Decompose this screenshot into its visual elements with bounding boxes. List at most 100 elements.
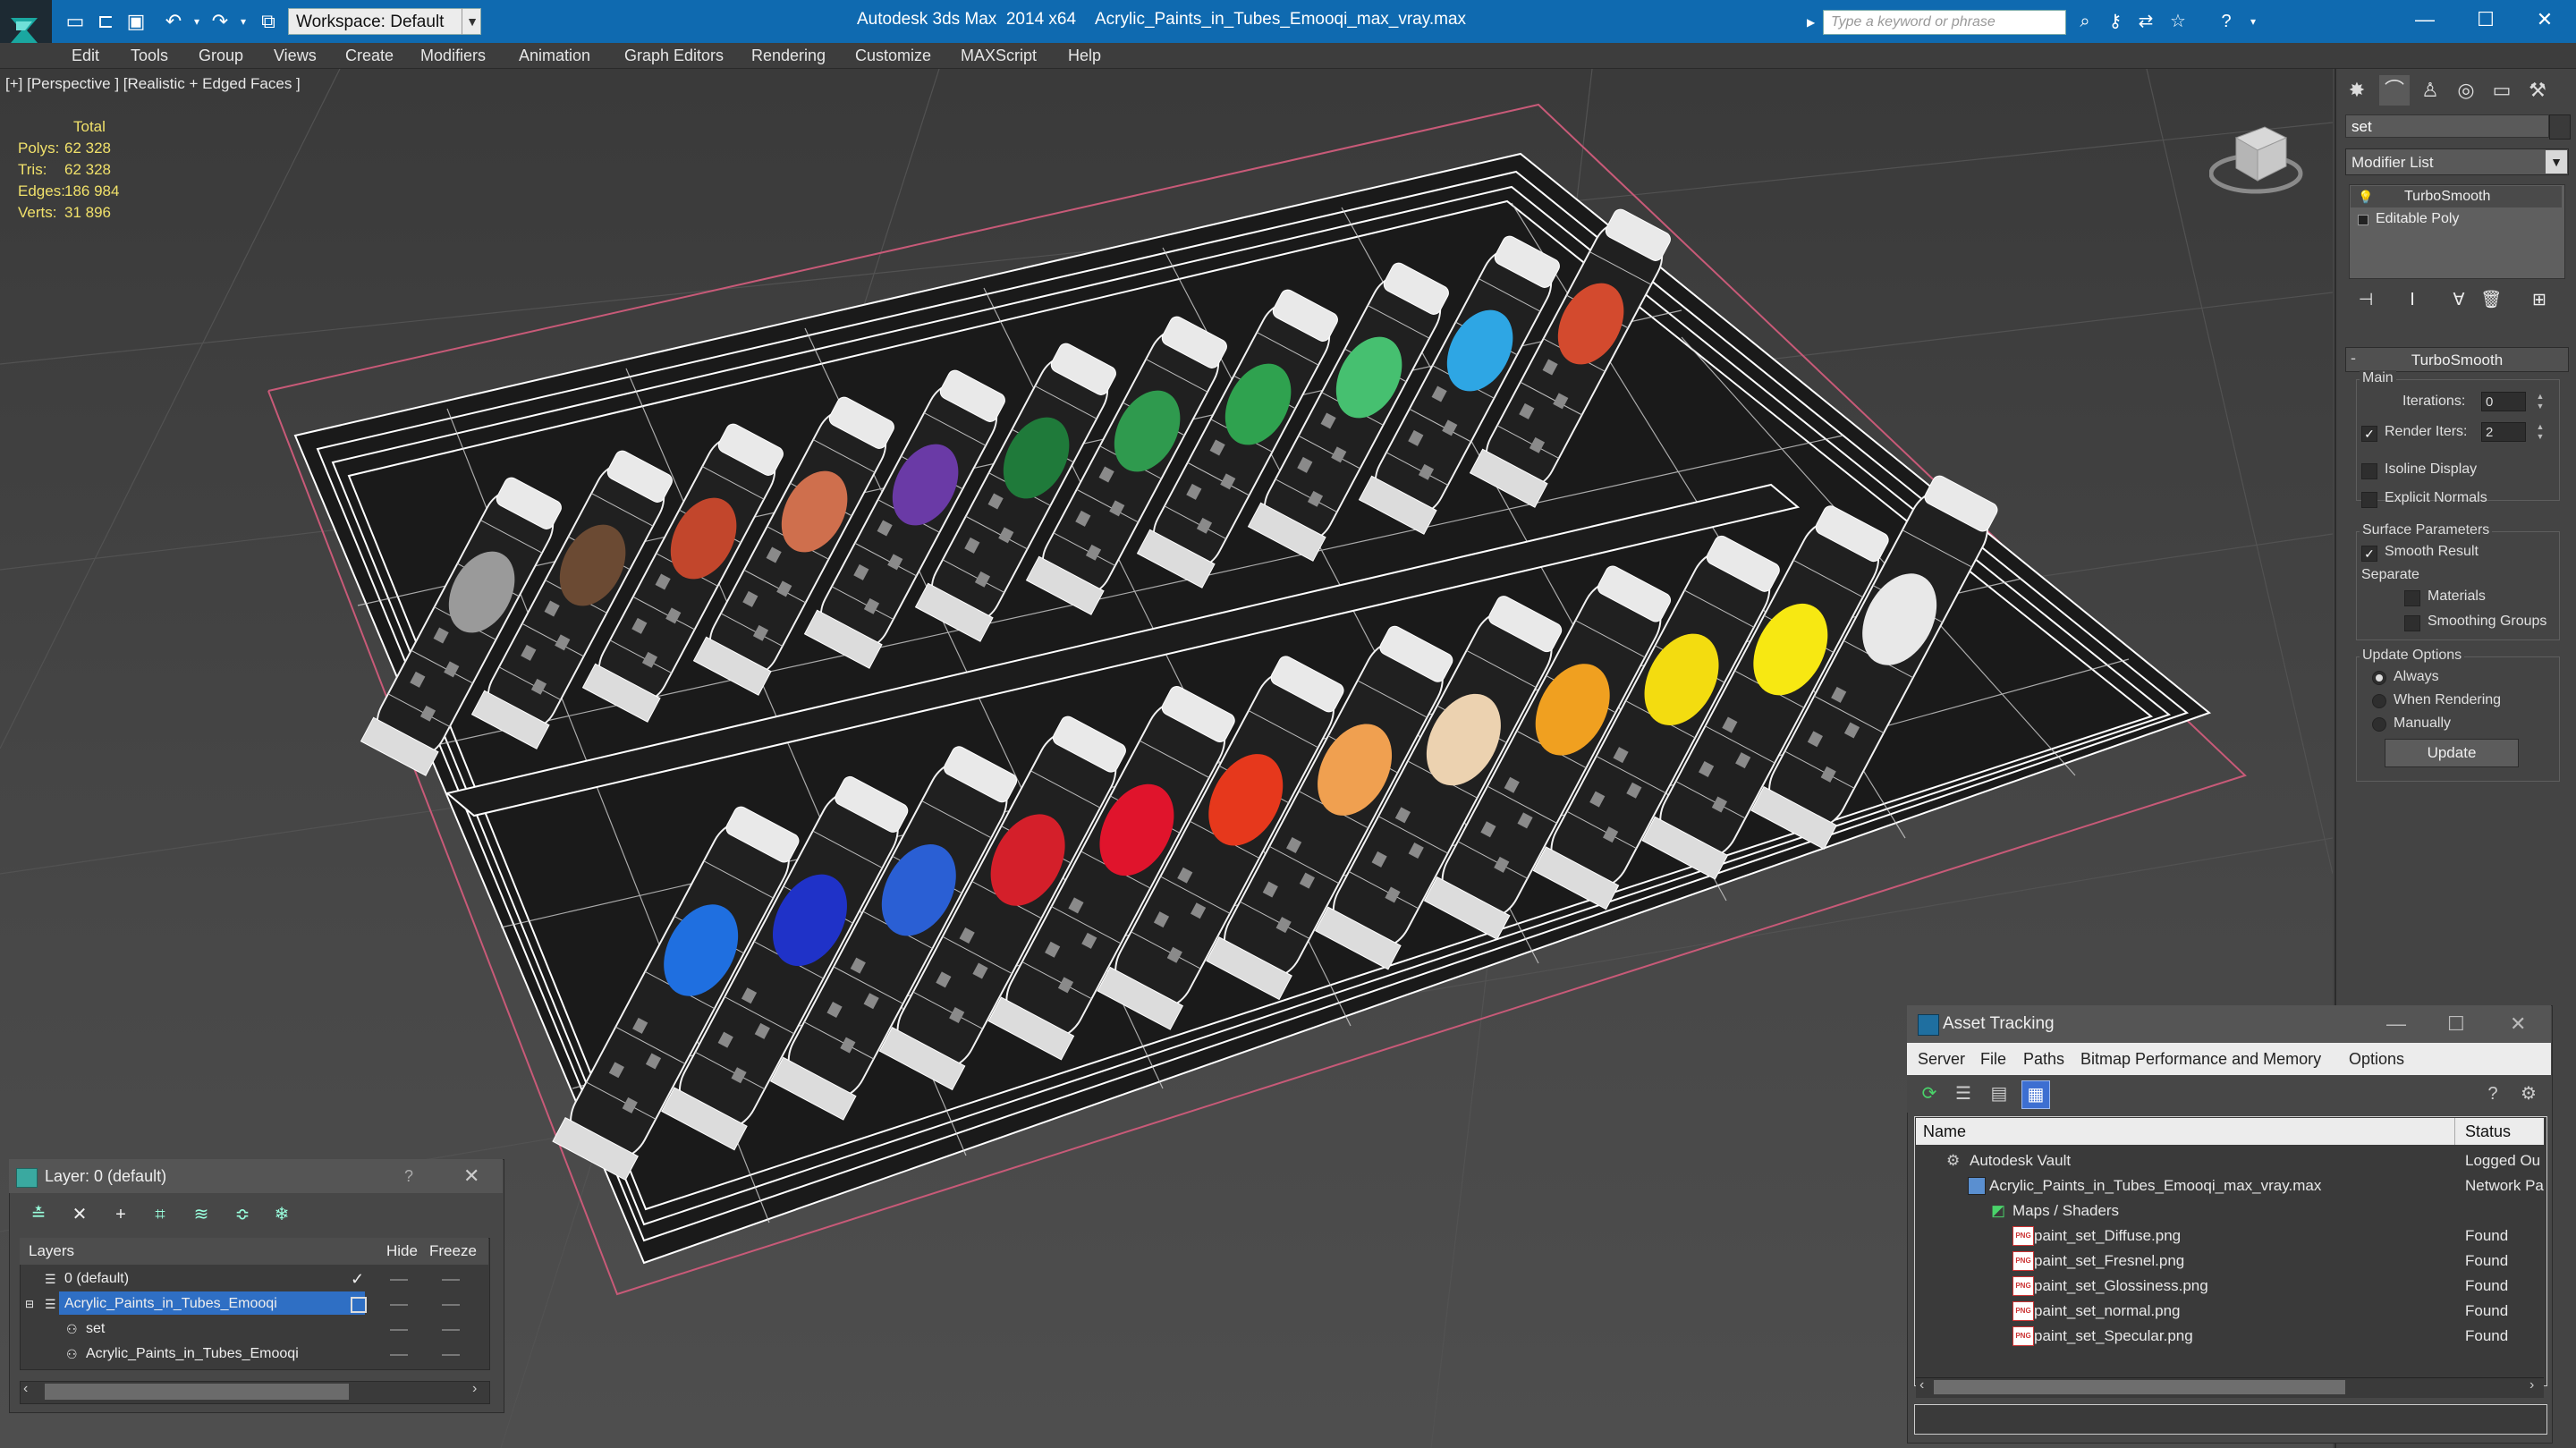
freeze-toggle[interactable] (442, 1354, 460, 1356)
when-rendering-radio[interactable] (2372, 694, 2386, 708)
key-icon[interactable]: ⚷ (2102, 9, 2129, 34)
refresh-icon[interactable]: ⟳ (1916, 1080, 1943, 1107)
asset-row[interactable]: PNG paint_set_Fresnel.png Found (1916, 1249, 2544, 1274)
freeze-all-layers-icon[interactable]: ❄ (267, 1201, 297, 1228)
list-view-icon[interactable]: ☰ (1950, 1080, 1977, 1107)
freeze-toggle[interactable] (442, 1304, 460, 1306)
workspace-dropdown-arrow-icon[interactable]: ▼ (462, 8, 482, 35)
grid-view-icon[interactable]: ▦ (2021, 1080, 2050, 1109)
configure-sets-icon[interactable]: ⊞ (2526, 288, 2553, 313)
update-button[interactable]: Update (2385, 739, 2519, 767)
status-column-header[interactable]: Status (2465, 1118, 2511, 1145)
render-iters-checkbox[interactable]: ✓ (2361, 426, 2377, 442)
search-input[interactable]: Type a keyword or phrase (1823, 10, 2066, 35)
menu-edit[interactable]: Edit (72, 43, 99, 68)
menu-views[interactable]: Views (274, 43, 317, 68)
highlight-layer-icon[interactable]: ≋ (186, 1201, 216, 1228)
asset-help-icon[interactable]: ? (2479, 1080, 2506, 1107)
undo-dropdown-icon[interactable]: ▾ (184, 9, 209, 34)
undo-icon[interactable]: ↶ (161, 9, 186, 34)
scroll-right-icon[interactable]: › (472, 1381, 477, 1397)
turbosmooth-rollout-header[interactable]: TurboSmooth (2345, 347, 2569, 372)
close-window-button[interactable]: ✕ (2513, 0, 2576, 39)
modifier-list-dropdown[interactable]: Modifier List (2345, 148, 2569, 175)
collapse-icon[interactable]: ⊟ (25, 1291, 34, 1317)
maximize-button[interactable]: ☐ (2454, 0, 2517, 39)
remove-modifier-icon[interactable]: 🗑 (2478, 288, 2504, 313)
asset-menu-bitmap-performance[interactable]: Bitmap Performance and Memory (2080, 1043, 2321, 1075)
favorites-star-icon[interactable]: ☆ (2165, 9, 2191, 34)
project-folder-icon[interactable]: ⧉ (256, 9, 281, 34)
asset-close-button[interactable]: ✕ (2510, 1005, 2526, 1043)
stack-item-turbosmooth[interactable]: 💡 TurboSmooth (2351, 186, 2562, 207)
freeze-toggle[interactable] (442, 1329, 460, 1331)
layer-close-icon[interactable]: ✕ (463, 1159, 479, 1193)
add-to-layer-icon[interactable]: + (106, 1201, 136, 1228)
display-tab-icon[interactable]: ▭ (2487, 75, 2517, 106)
asset-row[interactable]: PNG paint_set_Glossiness.png Found (1916, 1274, 2544, 1299)
help-dropdown-icon[interactable]: ▾ (2240, 9, 2267, 34)
menu-create[interactable]: Create (345, 43, 394, 68)
viewport-label[interactable]: [+] [Perspective ] [Realistic + Edged Fa… (5, 75, 301, 93)
delete-layer-icon[interactable]: ✕ (64, 1201, 95, 1228)
asset-scroll-left-icon[interactable]: ‹ (1919, 1377, 1924, 1393)
separate-smoothing-groups-checkbox[interactable] (2404, 615, 2420, 631)
viewcube-icon[interactable] (2209, 111, 2308, 200)
asset-row[interactable]: PNG paint_set_normal.png Found (1916, 1299, 2544, 1324)
expand-box-icon[interactable] (2358, 215, 2368, 225)
minimize-button[interactable]: — (2394, 0, 2456, 39)
menu-graph-editors[interactable]: Graph Editors (624, 43, 724, 68)
rollout-collapse-icon[interactable]: - (2351, 349, 2356, 368)
hide-toggle[interactable] (390, 1329, 408, 1331)
redo-dropdown-icon[interactable]: ▾ (231, 9, 256, 34)
menu-customize[interactable]: Customize (855, 43, 931, 68)
always-radio[interactable] (2372, 671, 2386, 685)
asset-row[interactable]: PNG paint_set_Specular.png Found (1916, 1324, 2544, 1349)
freeze-toggle[interactable] (442, 1279, 460, 1281)
modifier-list-arrow-icon[interactable]: ▼ (2546, 150, 2567, 174)
workspace-dropdown[interactable]: Workspace: Default (288, 8, 481, 35)
column-divider[interactable] (2454, 1118, 2455, 1145)
utilities-tab-icon[interactable]: ⚒ (2522, 75, 2553, 106)
motion-tab-icon[interactable]: ◎ (2451, 75, 2481, 106)
hide-all-layers-icon[interactable]: ≎ (227, 1201, 258, 1228)
lightbulb-icon[interactable]: 💡 (2358, 186, 2373, 207)
render-iters-spin-arrows-icon[interactable]: ▲ ▼ (2535, 422, 2546, 442)
modify-tab-icon[interactable]: ⌒ (2379, 75, 2410, 106)
redo-icon[interactable]: ↷ (208, 9, 233, 34)
layer-row[interactable]: ⚇ set (21, 1317, 487, 1342)
hierarchy-tab-icon[interactable]: ♙ (2415, 75, 2445, 106)
pin-stack-icon[interactable]: ⊣ (2352, 288, 2379, 313)
create-tab-icon[interactable]: ✸ (2342, 75, 2372, 106)
freeze-column-header[interactable]: Freeze (429, 1238, 477, 1265)
menu-maxscript[interactable]: MAXScript (961, 43, 1037, 68)
scroll-left-icon[interactable]: ‹ (23, 1381, 28, 1397)
layers-column-header[interactable]: Layers (29, 1238, 74, 1265)
name-column-header[interactable]: Name (1923, 1118, 1966, 1145)
layer-row[interactable]: ☰ 0 (default) ✓ (21, 1266, 487, 1291)
table-view-icon[interactable]: ▤ (1986, 1080, 2012, 1107)
asset-row[interactable]: ⚙ Autodesk Vault Logged Ou (1916, 1148, 2544, 1173)
asset-maximize-button[interactable]: ☐ (2447, 1005, 2465, 1043)
asset-menu-options[interactable]: Options (2349, 1043, 2404, 1075)
make-unique-icon[interactable]: ∀ (2445, 288, 2472, 313)
show-end-result-icon[interactable]: Ⅰ (2399, 288, 2426, 313)
exchange-icon[interactable]: ⇄ (2132, 9, 2159, 34)
search-expand-icon[interactable]: ▶ (1807, 10, 1821, 35)
hide-toggle[interactable] (390, 1279, 408, 1281)
asset-row[interactable]: Acrylic_Paints_in_Tubes_Emooqi_max_vray.… (1916, 1173, 2544, 1198)
asset-menu-server[interactable]: Server (1918, 1043, 1965, 1075)
menu-modifiers[interactable]: Modifiers (420, 43, 486, 68)
iterations-spin-arrows-icon[interactable]: ▲ ▼ (2535, 392, 2546, 411)
help-icon[interactable]: ? (2213, 9, 2240, 34)
save-file-icon[interactable]: ▣ (123, 9, 148, 34)
new-layer-icon[interactable]: ≛ (23, 1201, 54, 1228)
object-name-field[interactable]: set (2345, 114, 2549, 138)
smooth-result-checkbox[interactable]: ✓ (2361, 546, 2377, 562)
asset-row[interactable]: PNG paint_set_Diffuse.png Found (1916, 1224, 2544, 1249)
hide-toggle[interactable] (390, 1304, 408, 1306)
hide-toggle[interactable] (390, 1354, 408, 1356)
asset-row[interactable]: ◩ Maps / Shaders (1916, 1198, 2544, 1224)
menu-rendering[interactable]: Rendering (751, 43, 826, 68)
asset-menu-file[interactable]: File (1980, 1043, 2006, 1075)
